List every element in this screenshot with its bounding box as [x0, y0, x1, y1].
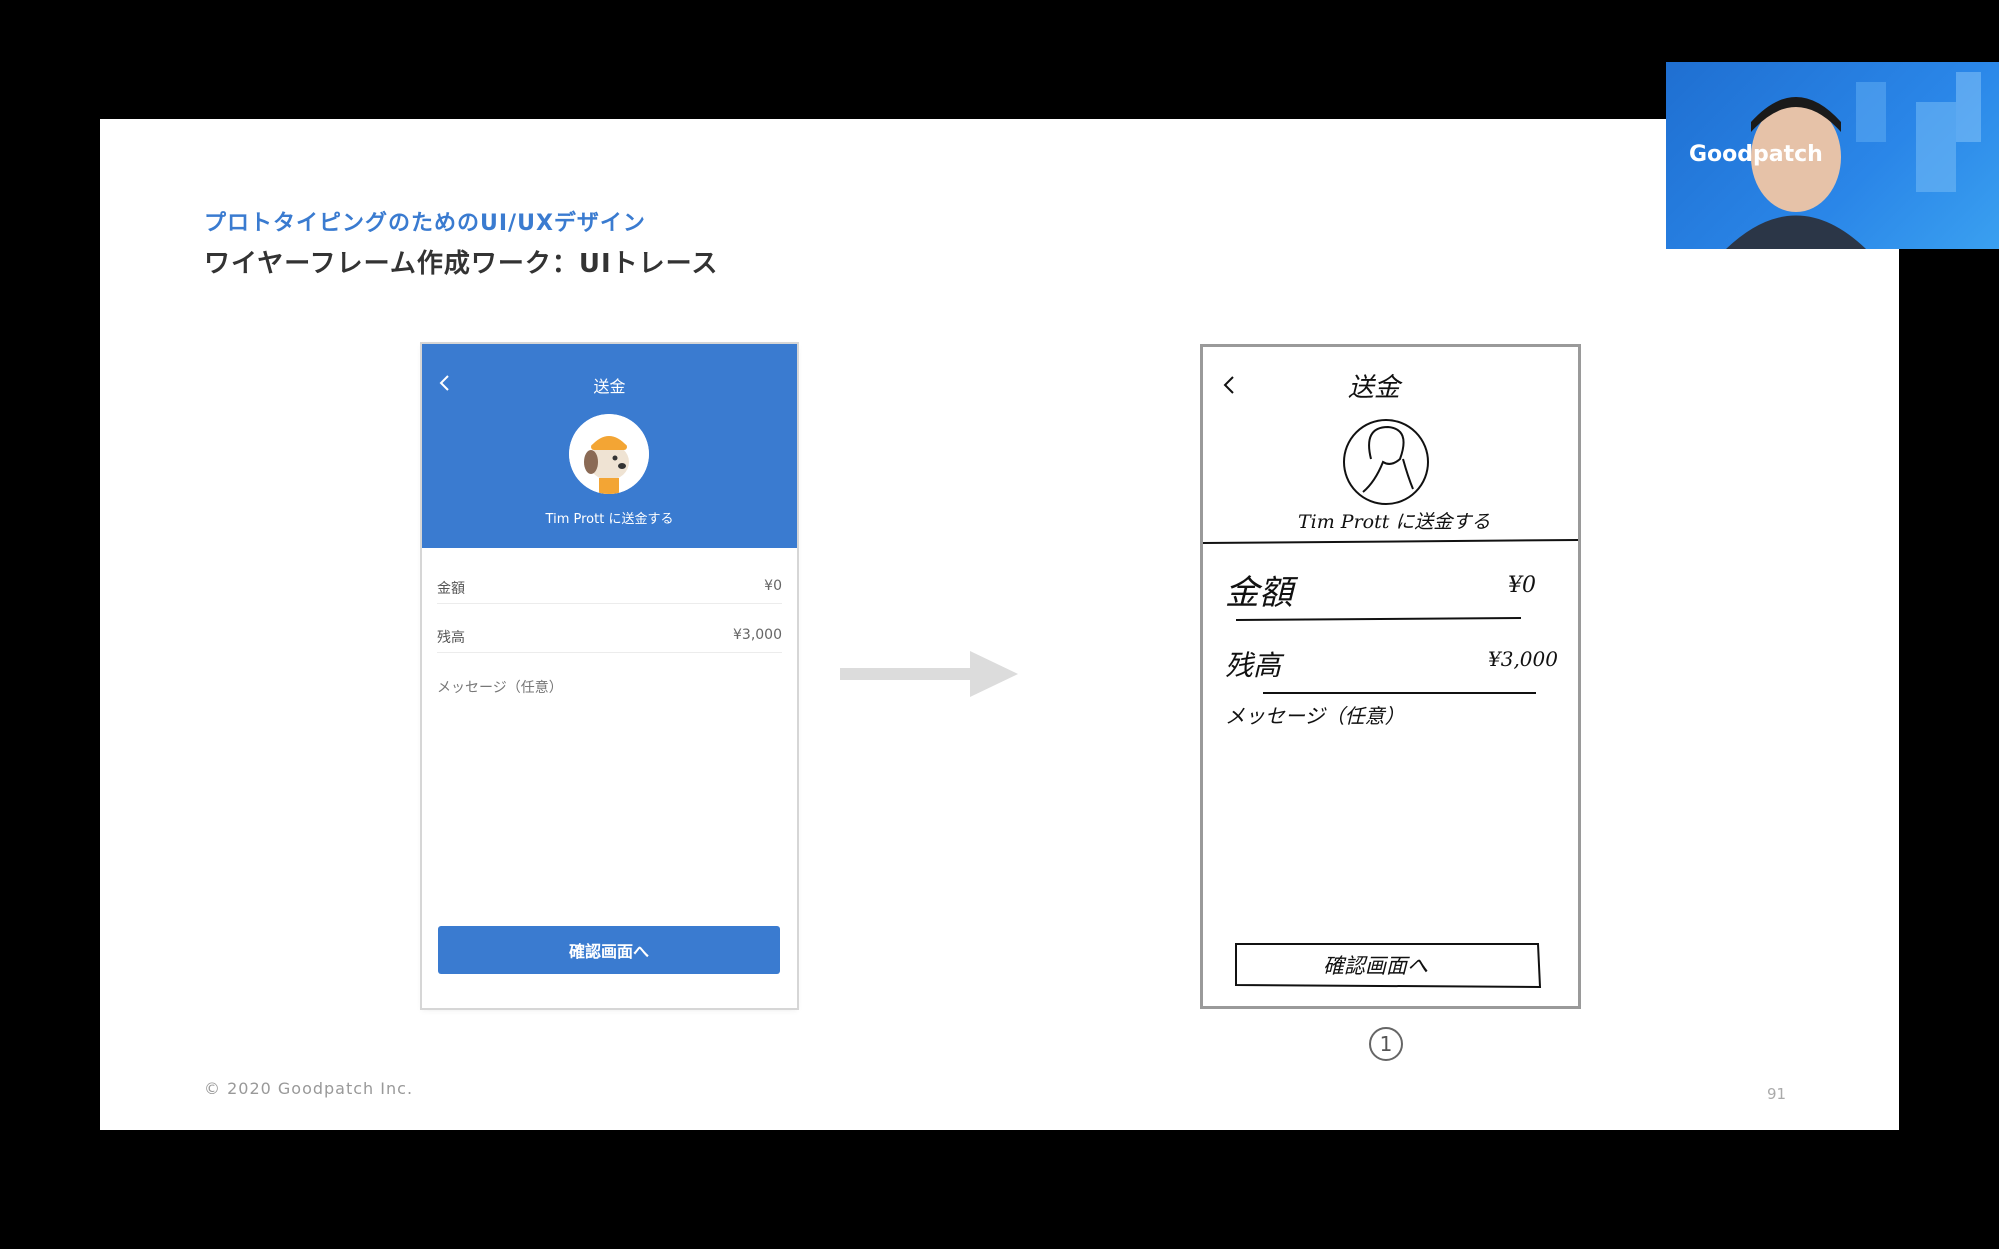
copyright-text: © 2020 Goodpatch Inc.: [204, 1079, 414, 1098]
presenter-video: Goodpatch: [1666, 62, 1999, 249]
amount-value: ¥0: [764, 578, 782, 594]
sketch-amount-label: 金額: [1225, 573, 1293, 613]
slide: プロトタイピングのためのUI/UXデザイン ワイヤーフレーム作成ワーク：UIトレ…: [100, 119, 1899, 1130]
balance-row: 残高 ¥3,000: [437, 603, 782, 653]
page-number: 91: [1767, 1085, 1787, 1103]
balance-value: ¥3,000: [733, 627, 782, 643]
sketch-amount-value: ¥0: [1508, 573, 1536, 598]
right-arrow-icon: [840, 651, 1018, 697]
phone-mockup: 送金 Tim Prott に送金する 金額 ¥0 残高 ¥3,000 メッセージ…: [422, 344, 797, 1008]
amount-label: 金額: [437, 581, 465, 597]
goodpatch-logo: Goodpatch: [1689, 142, 1823, 167]
sketch-recipient: Tim Prott に送金する: [1298, 511, 1491, 533]
phone-header-title: 送金: [593, 377, 626, 396]
recipient-text: Tim Prott に送金する: [545, 512, 674, 527]
slide-subtitle: プロトタイピングのためのUI/UXデザイン: [204, 211, 646, 236]
sketch-balance-value: ¥3,000: [1488, 647, 1558, 671]
slide-title: ワイヤーフレーム作成ワーク：UIトレース: [204, 249, 719, 279]
confirm-button[interactable]: 確認画面へ: [438, 926, 780, 974]
balance-label: 残高: [437, 630, 465, 646]
message-field[interactable]: メッセージ（任意）: [437, 677, 563, 697]
sketch-number-badge: 1: [1369, 1027, 1403, 1061]
amount-row[interactable]: 金額 ¥0: [437, 554, 782, 604]
phone-header: 送金 Tim Prott に送金する: [422, 344, 797, 548]
sketch-confirm-button: 確認画面へ: [1323, 954, 1428, 978]
dog-avatar: [569, 414, 649, 494]
sketch-title: 送金: [1348, 373, 1401, 403]
sketch-message-label: メッセージ（任意）: [1225, 704, 1405, 728]
sketch-wireframe: 送金 Tim Prott に送金する 金額 ¥0 残高 ¥3,000 メッセージ…: [1200, 344, 1581, 1009]
sketch-balance-label: 残高: [1225, 649, 1282, 682]
